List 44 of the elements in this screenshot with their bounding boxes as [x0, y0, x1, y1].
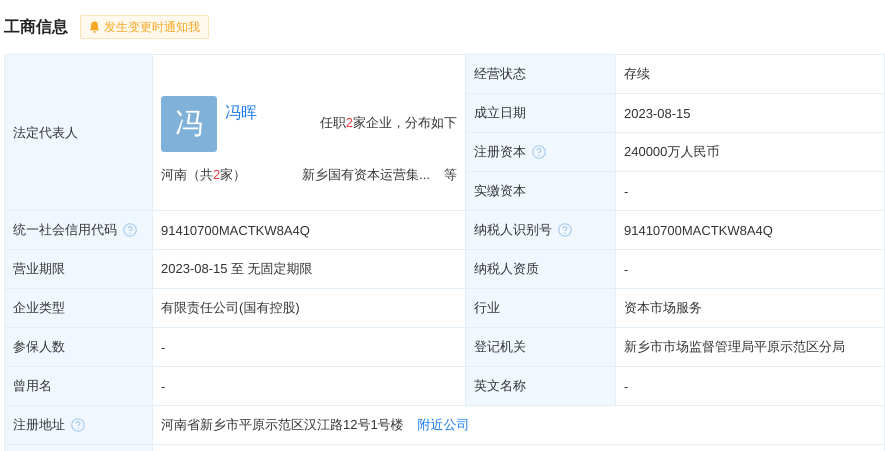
field-value: -: [161, 378, 166, 394]
field-label: 法定代表人: [13, 124, 78, 142]
field-value: -: [624, 262, 628, 276]
field-label: 成立日期: [474, 104, 526, 122]
field-value: 资本市场服务: [624, 299, 702, 317]
field-value: 河南省新乡市平原示范区汉江路12号1号楼: [161, 416, 404, 434]
field-label: 纳税人识别号: [474, 221, 552, 239]
help-icon[interactable]: [558, 223, 572, 237]
field-value: 2023-08-15 至 无固定期限: [161, 260, 313, 278]
field-value: 91410700MACTKW8A4Q: [161, 222, 310, 238]
field-value: 2023-08-15: [624, 106, 690, 120]
field-label: 行业: [474, 299, 500, 317]
field-value: 存续: [624, 65, 650, 83]
positions-summary: 任职2家企业，分布如下: [320, 114, 457, 132]
field-value: 新乡市市场监督管理局平原示范区分局: [624, 338, 845, 356]
field-label: 注册资本: [474, 143, 526, 161]
help-icon[interactable]: [71, 418, 85, 432]
field-value: 91410700MACTKW8A4Q: [624, 222, 773, 238]
field-label: 参保人数: [13, 338, 65, 356]
person-name-link[interactable]: 冯晖: [225, 103, 257, 124]
field-label: 英文名称: [474, 377, 526, 395]
company-name[interactable]: 新乡国有资本运营集...: [302, 166, 430, 184]
help-icon[interactable]: [123, 223, 137, 237]
field-label: 统一社会信用代码: [13, 221, 117, 239]
field-label: 企业类型: [13, 299, 65, 317]
field-value: 240000万人民币: [624, 143, 720, 161]
field-label: 实缴资本: [474, 182, 526, 200]
region-summary: 河南（共2家）: [161, 166, 246, 184]
field-label: 曾用名: [13, 377, 52, 395]
field-value: -: [624, 378, 628, 394]
nearby-companies-link[interactable]: 附近公司: [418, 416, 470, 434]
bell-icon: [89, 21, 100, 33]
avatar: 冯: [161, 96, 217, 152]
field-label: 纳税人资质: [474, 260, 539, 278]
help-icon[interactable]: [532, 145, 546, 159]
field-label: 注册地址: [13, 416, 65, 434]
section-title: 工商信息: [4, 17, 68, 38]
field-label: 经营状态: [474, 65, 526, 83]
field-value: -: [161, 340, 166, 354]
field-label: 营业期限: [13, 260, 65, 278]
more-text: 等: [444, 166, 457, 184]
field-label: 登记机关: [474, 338, 526, 356]
field-value: -: [624, 184, 628, 198]
field-value: 有限责任公司(国有控股): [161, 299, 300, 317]
